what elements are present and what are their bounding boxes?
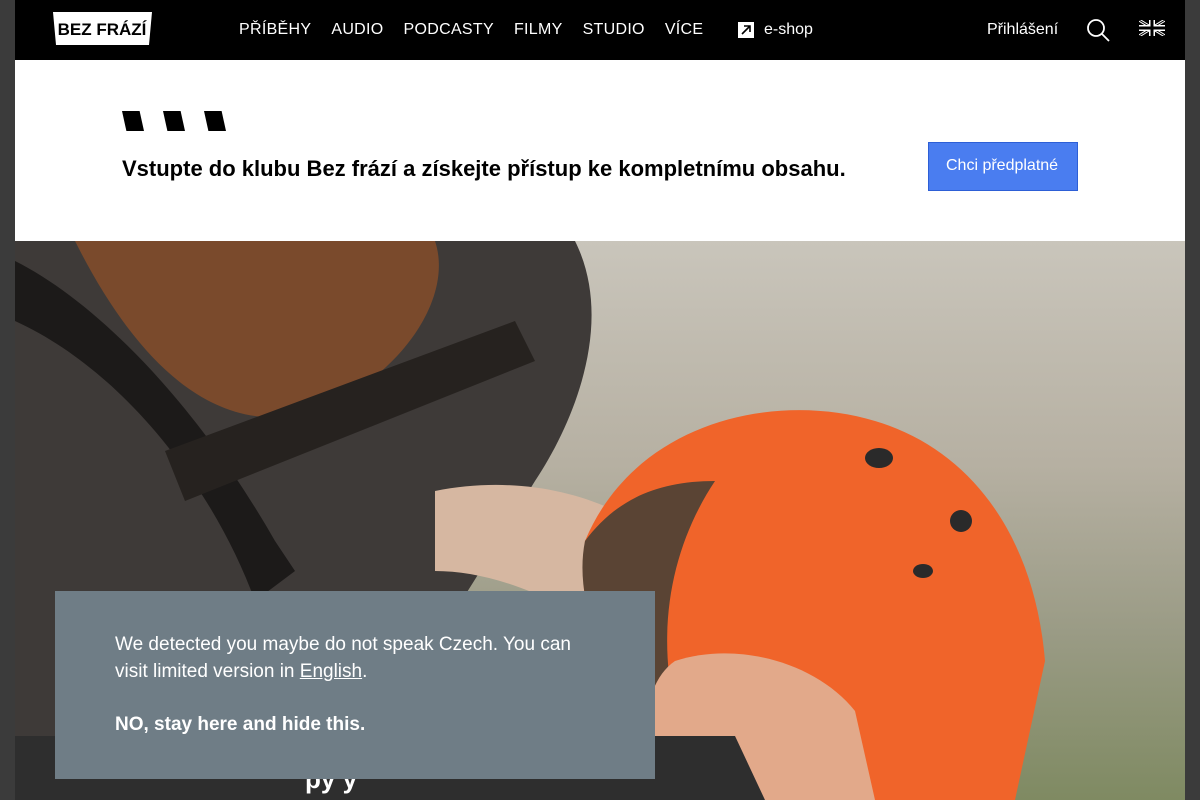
search-icon[interactable] bbox=[1086, 18, 1110, 42]
nav-item-podcasty[interactable]: PODCASTY bbox=[404, 21, 494, 39]
nav-item-audio[interactable]: AUDIO bbox=[331, 21, 383, 39]
nav-item-filmy[interactable]: FILMY bbox=[514, 21, 563, 39]
dismiss-language-notice-button[interactable]: NO, stay here and hide this. bbox=[115, 714, 365, 736]
uk-flag-icon[interactable] bbox=[1138, 18, 1166, 38]
nav-item-pribehy[interactable]: PŘÍBĚHY bbox=[239, 21, 311, 39]
login-link[interactable]: Přihlášení bbox=[987, 0, 1058, 60]
top-navigation-bar: BEZ FRÁZÍ PŘÍBĚHY AUDIO PODCASTY FILMY S… bbox=[15, 0, 1185, 60]
language-notice-period: . bbox=[362, 661, 368, 682]
nav-item-vice[interactable]: VÍCE bbox=[665, 21, 704, 39]
nav-item-studio[interactable]: STUDIO bbox=[583, 21, 645, 39]
eshop-link[interactable]: e-shop bbox=[738, 0, 813, 60]
quote-marks-icon bbox=[122, 111, 245, 131]
main-nav: PŘÍBĚHY AUDIO PODCASTY FILMY STUDIO VÍCE bbox=[239, 0, 723, 60]
subscription-promo-text: Vstupte do klubu Bez frází a získejte př… bbox=[122, 156, 846, 181]
subscription-banner: Vstupte do klubu Bez frází a získejte př… bbox=[15, 60, 1185, 241]
eshop-label: e-shop bbox=[764, 21, 813, 38]
language-notice-dialog: We detected you maybe do not speak Czech… bbox=[55, 591, 655, 779]
logo-text: BEZ FRÁZÍ bbox=[58, 20, 148, 39]
english-version-link[interactable]: English bbox=[300, 661, 362, 682]
language-notice-message: We detected you maybe do not speak Czech… bbox=[115, 631, 595, 685]
subscribe-button[interactable]: Chci předplatné bbox=[928, 142, 1078, 191]
external-arrow-icon bbox=[738, 22, 754, 38]
bez-frazi-logo[interactable]: BEZ FRÁZÍ bbox=[53, 12, 152, 45]
